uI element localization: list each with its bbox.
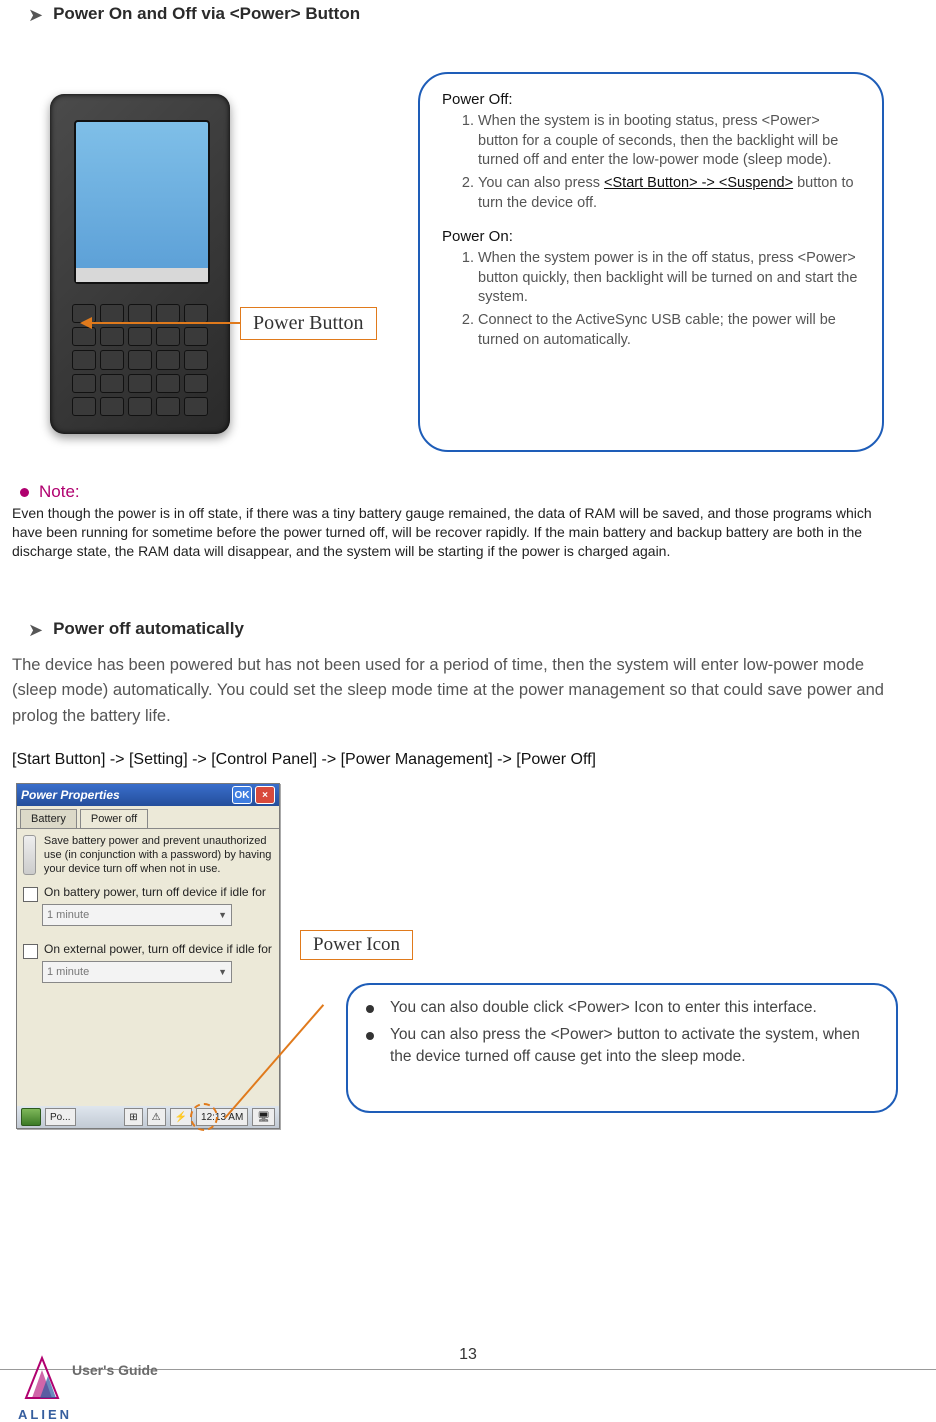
power-off-step-1: When the system is in booting status, pr…	[478, 112, 862, 171]
chevron-down-icon: ▼	[218, 910, 227, 920]
power-off-title: Power Off:	[442, 90, 862, 110]
ok-button[interactable]: OK	[232, 786, 252, 804]
device-screen	[74, 120, 210, 284]
panel-description: Save battery power and prevent unauthori…	[44, 835, 273, 876]
bullet-icon	[20, 488, 29, 497]
callout-line	[92, 322, 240, 324]
section-heading: Power On and Off via <Power> Button	[53, 4, 360, 24]
chevron-down-icon: ▼	[218, 967, 227, 977]
select-battery-idle[interactable]: 1 minute ▼	[42, 904, 232, 926]
tip-text: You can also press the <Power> button to…	[390, 1024, 878, 1069]
taskbar-item[interactable]: Po...	[45, 1108, 76, 1126]
tips-box: You can also double click <Power> Icon t…	[346, 983, 898, 1113]
power-panel-icon	[23, 835, 36, 875]
close-button[interactable]: ×	[255, 786, 275, 804]
checkbox-label: On battery power, turn off device if idl…	[44, 885, 266, 899]
note-body: Even though the power is in off state, i…	[12, 504, 900, 561]
tip-text: You can also double click <Power> Icon t…	[390, 997, 817, 1019]
power-properties-window: Power Properties OK × Battery Power off …	[16, 783, 280, 1129]
device-keypad	[72, 304, 208, 416]
power-on-title: Power On:	[442, 227, 862, 247]
power-on-step-2: Connect to the ActiveSync USB cable; the…	[478, 311, 862, 350]
chevron-right-icon: ➤	[28, 6, 43, 24]
text-frag: You can also press	[478, 175, 604, 191]
window-title: Power Properties	[21, 788, 120, 802]
tab-power-off[interactable]: Power off	[80, 809, 148, 828]
brand-text: ALIEN	[18, 1407, 72, 1422]
select-value: 1 minute	[47, 909, 89, 921]
footer-guide-text: User's Guide	[72, 1362, 158, 1378]
tray-icon[interactable]: 🖥	[252, 1108, 275, 1126]
taskbar: Po... ⊞ ⚠ ⚡ 12:13 AM 🖥	[17, 1106, 279, 1128]
checkbox-label: On external power, turn off device if id…	[44, 942, 272, 956]
checkbox-battery-idle[interactable]	[23, 887, 38, 902]
section-paragraph: The device has been powered but has not …	[12, 653, 902, 730]
chevron-right-icon: ➤	[28, 621, 43, 639]
power-off-step-2: You can also press <Start Button> -> <Su…	[478, 174, 862, 213]
start-button[interactable]	[21, 1108, 41, 1126]
power-button-label: Power Button	[240, 307, 377, 340]
bullet-icon	[366, 1032, 374, 1040]
device-taskbar	[76, 268, 208, 282]
logo-icon	[18, 1354, 66, 1400]
bullet-icon	[366, 1005, 374, 1013]
menu-path: <Start Button> -> <Suspend>	[604, 175, 793, 191]
callout-arrow-icon	[80, 317, 92, 329]
power-on-step-1: When the system power is in the off stat…	[478, 249, 862, 308]
power-instructions-box: Power Off: When the system is in booting…	[418, 72, 884, 452]
select-external-idle[interactable]: 1 minute ▼	[42, 961, 232, 983]
note-title: Note:	[39, 482, 80, 502]
tray-icon[interactable]: ⊞	[124, 1108, 142, 1126]
device-mockup	[50, 94, 230, 434]
window-titlebar[interactable]: Power Properties OK ×	[17, 784, 279, 806]
tray-icon[interactable]: ⚠	[147, 1108, 166, 1126]
navigation-path: [Start Button] -> [Setting] -> [Control …	[12, 751, 908, 769]
taskbar-item-label: Po...	[50, 1112, 71, 1123]
section-heading: Power off automatically	[53, 619, 244, 639]
power-icon-label: Power Icon	[300, 930, 413, 960]
tab-battery[interactable]: Battery	[20, 809, 77, 828]
select-value: 1 minute	[47, 966, 89, 978]
tray-power-icon[interactable]: ⚡	[170, 1108, 192, 1126]
tab-row: Battery Power off	[17, 806, 279, 829]
checkbox-external-idle[interactable]	[23, 944, 38, 959]
